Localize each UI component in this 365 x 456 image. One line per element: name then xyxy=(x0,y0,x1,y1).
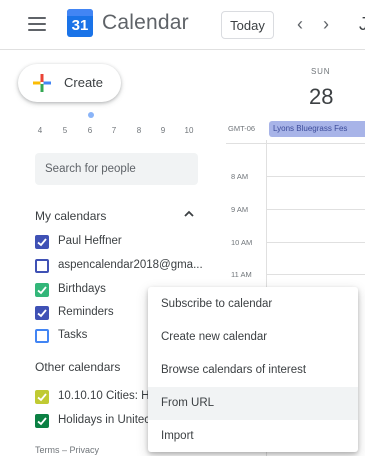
chevron-left-icon[interactable]: ‹ xyxy=(297,13,303,35)
timezone-label: GMT-06 xyxy=(228,124,256,133)
menu-item-create-new-calendar[interactable]: Create new calendar xyxy=(148,321,358,354)
checkbox-checked[interactable] xyxy=(35,414,49,428)
all-day-event[interactable]: Lyons Bluegrass Fes xyxy=(269,121,365,137)
hour-label: 10 AM xyxy=(231,238,253,247)
menu-icon[interactable] xyxy=(28,17,46,31)
plus-icon xyxy=(33,74,51,92)
calendar-item-label: aspencalendar2018@gma... xyxy=(58,259,203,271)
mini-calendar-day[interactable]: 9 xyxy=(154,126,172,135)
hour-gridline xyxy=(266,242,365,243)
hour-gridline xyxy=(266,274,365,275)
terms-link[interactable]: Terms xyxy=(35,445,60,455)
check-icon xyxy=(37,417,47,426)
checkbox-unchecked[interactable] xyxy=(35,259,49,273)
check-icon xyxy=(37,309,47,318)
hour-gridline xyxy=(266,176,365,177)
check-icon xyxy=(37,238,47,247)
menu-item-from-url[interactable]: From URL xyxy=(148,387,358,420)
hour-label: 11 AM xyxy=(231,270,252,279)
create-button[interactable]: Create xyxy=(18,64,121,102)
mini-calendar-today-marker xyxy=(88,112,94,118)
footer-links: Terms – Privacy xyxy=(35,445,99,455)
check-icon xyxy=(37,286,47,295)
day-of-week: SUN xyxy=(311,67,331,76)
checkbox-unchecked[interactable] xyxy=(35,329,49,343)
add-calendar-menu: Subscribe to calendar Create new calenda… xyxy=(148,287,358,452)
calendar-logo-icon[interactable]: 31 xyxy=(67,9,93,37)
checkbox-checked[interactable] xyxy=(35,306,49,320)
calendar-item-paul-heffner[interactable]: Paul Heffner xyxy=(35,231,225,253)
create-label: Create xyxy=(64,75,104,90)
hour-label: 8 AM xyxy=(231,172,249,181)
today-button[interactable]: Today xyxy=(221,11,274,39)
other-calendars-title[interactable]: Other calendars xyxy=(35,360,120,374)
footer-separator: – xyxy=(62,445,68,455)
check-icon xyxy=(37,393,47,402)
checkbox-checked[interactable] xyxy=(35,390,49,404)
mini-calendar-day[interactable]: 4 xyxy=(31,126,49,135)
mini-calendar-week-row: 4 5 6 7 8 9 10 xyxy=(31,126,201,138)
calendar-item-aspencalendar[interactable]: aspencalendar2018@gma... xyxy=(35,255,225,277)
chevron-right-icon[interactable]: › xyxy=(323,13,329,35)
calendar-item-label: Paul Heffner xyxy=(58,235,122,247)
mini-calendar-day[interactable]: 7 xyxy=(105,126,123,135)
hour-label: 9 AM xyxy=(231,205,249,214)
all-day-divider xyxy=(226,143,365,144)
logo-day-number: 31 xyxy=(71,17,89,34)
privacy-link[interactable]: Privacy xyxy=(70,445,100,455)
date-range-title: J xyxy=(359,14,365,34)
mini-calendar-day[interactable]: 5 xyxy=(56,126,74,135)
app-title[interactable]: Calendar xyxy=(102,11,189,35)
menu-item-browse-calendars[interactable]: Browse calendars of interest xyxy=(148,354,358,387)
checkbox-checked[interactable] xyxy=(35,235,49,249)
search-people-input[interactable] xyxy=(35,153,198,185)
mini-calendar-day[interactable]: 6 xyxy=(81,126,99,135)
hour-gridline xyxy=(266,209,365,210)
checkbox-checked[interactable] xyxy=(35,283,49,297)
mini-calendar-day[interactable]: 10 xyxy=(180,126,198,135)
menu-item-subscribe[interactable]: Subscribe to calendar xyxy=(148,288,358,321)
my-calendars-title[interactable]: My calendars xyxy=(35,209,106,223)
mini-calendar-day[interactable]: 8 xyxy=(130,126,148,135)
menu-item-import[interactable]: Import xyxy=(148,420,358,453)
app-header: 31 Calendar Today ‹ › J xyxy=(0,0,365,50)
day-number[interactable]: 28 xyxy=(309,84,333,110)
chevron-up-icon[interactable] xyxy=(183,208,195,220)
